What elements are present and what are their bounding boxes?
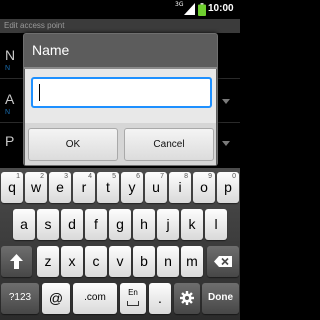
key-label: u xyxy=(152,179,160,195)
key-i[interactable]: 8i xyxy=(169,172,191,203)
bg-item-label: N xyxy=(5,47,16,63)
key-label: o xyxy=(200,179,208,195)
bg-page-title: Edit access point xyxy=(4,21,65,30)
key-label: n xyxy=(164,253,172,269)
key-c[interactable]: c xyxy=(85,246,107,277)
key-label: h xyxy=(140,216,148,232)
key-v[interactable]: v xyxy=(109,246,131,277)
key-label: r xyxy=(81,179,87,195)
key-d[interactable]: d xyxy=(61,209,83,240)
language-label: En xyxy=(128,288,138,297)
key-label: s xyxy=(44,216,52,232)
battery-icon xyxy=(198,3,206,16)
key-z[interactable]: z xyxy=(37,246,59,277)
key-p[interactable]: 0p xyxy=(217,172,239,203)
key-q[interactable]: 1q xyxy=(1,172,23,203)
key-label: Done xyxy=(208,292,233,303)
cancel-button[interactable]: Cancel xyxy=(124,128,214,161)
key-label: x xyxy=(68,253,76,269)
key-y[interactable]: 6y xyxy=(121,172,143,203)
key-label: c xyxy=(92,253,100,269)
bg-item-label: P xyxy=(5,133,15,149)
status-bar: 3G 10:00 xyxy=(0,0,240,19)
key-j[interactable]: j xyxy=(157,209,179,240)
key-label: f xyxy=(94,216,98,232)
bg-item-sublabel: N xyxy=(5,65,11,72)
key-label: v xyxy=(116,253,124,269)
space-bar-icon xyxy=(127,301,139,306)
key-label: e xyxy=(56,179,64,195)
key-x[interactable]: x xyxy=(61,246,83,277)
key-label: a xyxy=(20,216,28,232)
backspace-icon xyxy=(214,256,232,267)
key-period[interactable]: . xyxy=(149,283,171,314)
key-label: . xyxy=(158,290,162,306)
backspace-key[interactable] xyxy=(207,246,239,277)
key-label: z xyxy=(44,253,52,269)
key-label: l xyxy=(214,216,218,232)
key-s[interactable]: s xyxy=(37,209,59,240)
key-label: y xyxy=(128,179,136,195)
key-label: g xyxy=(116,216,124,232)
ok-button[interactable]: OK xyxy=(28,128,118,161)
key-label: k xyxy=(188,216,196,232)
key-f[interactable]: f xyxy=(85,209,107,240)
clock-time: 10:00 xyxy=(208,3,234,14)
key-label: .com xyxy=(84,292,106,303)
key-w[interactable]: 2w xyxy=(25,172,47,203)
key-label: p xyxy=(224,179,232,195)
name-dialog: Name OK Cancel xyxy=(23,33,218,166)
key-m[interactable]: m xyxy=(181,246,203,277)
chevron-down-icon xyxy=(222,99,230,104)
done-key[interactable]: Done xyxy=(202,283,239,314)
gear-icon xyxy=(180,291,194,305)
key-label: b xyxy=(140,253,148,269)
soft-keyboard: 1q 2w 3e 4r 5t 6y 7u 8i 9o 0p a s d f g … xyxy=(0,168,240,320)
key-label: i xyxy=(178,179,182,195)
shift-key[interactable] xyxy=(1,246,32,277)
key-label: t xyxy=(106,179,110,195)
key-e[interactable]: 3e xyxy=(49,172,71,203)
key-label: q xyxy=(8,179,16,195)
key-u[interactable]: 7u xyxy=(145,172,167,203)
key-at[interactable]: @ xyxy=(42,283,70,314)
key-label: d xyxy=(68,216,76,232)
key-b[interactable]: b xyxy=(133,246,155,277)
bg-item-sublabel: N xyxy=(5,109,11,116)
key-l[interactable]: l xyxy=(205,209,227,240)
key-label: @ xyxy=(48,290,64,306)
key-g[interactable]: g xyxy=(109,209,131,240)
key-label: w xyxy=(30,179,42,195)
dialog-title: Name xyxy=(32,42,70,58)
key-o[interactable]: 9o xyxy=(193,172,215,203)
symbols-key[interactable]: ?123 xyxy=(1,283,39,314)
key-label: j xyxy=(166,216,170,232)
dialog-button-bar: OK Cancel xyxy=(25,123,216,165)
name-input[interactable] xyxy=(31,77,212,108)
key-k[interactable]: k xyxy=(181,209,203,240)
chevron-down-icon xyxy=(222,141,230,146)
bg-item-label: A xyxy=(5,91,15,107)
language-space-key[interactable]: En xyxy=(120,283,146,314)
key-h[interactable]: h xyxy=(133,209,155,240)
dotcom-key[interactable]: .com xyxy=(73,283,117,314)
shift-arrow-icon xyxy=(10,254,23,269)
key-t[interactable]: 5t xyxy=(97,172,119,203)
bg-title-bar: Edit access point xyxy=(0,19,240,33)
key-label: ?123 xyxy=(8,292,32,303)
signal-icon xyxy=(184,3,195,15)
key-n[interactable]: n xyxy=(157,246,179,277)
screen: 3G 10:00 Edit access point N N A N P Nam… xyxy=(0,0,240,320)
key-label: m xyxy=(186,253,198,269)
key-r[interactable]: 4r xyxy=(73,172,95,203)
dialog-body xyxy=(25,69,216,123)
settings-key[interactable] xyxy=(174,283,200,314)
text-cursor xyxy=(39,84,40,101)
network-type-label: 3G xyxy=(175,1,184,8)
key-a[interactable]: a xyxy=(13,209,35,240)
